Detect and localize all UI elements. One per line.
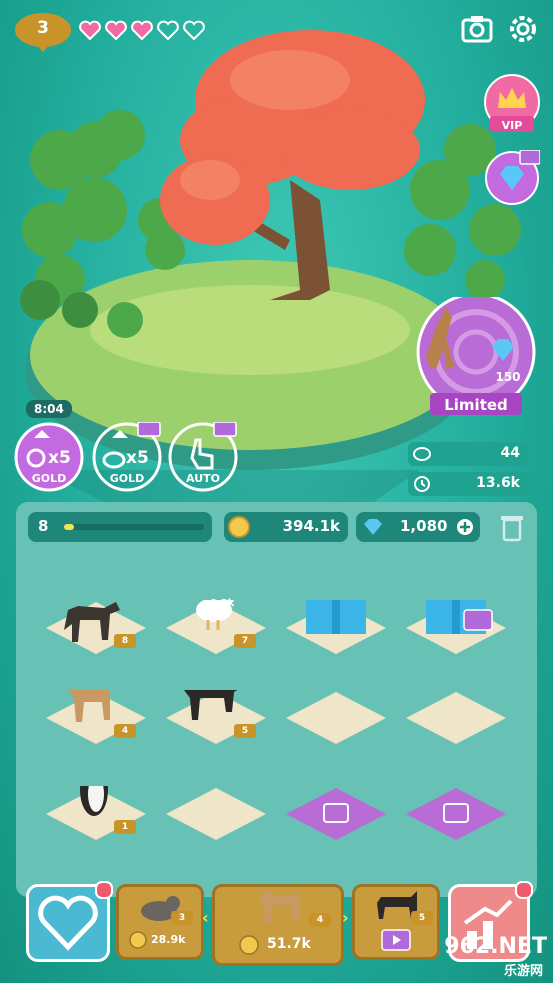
tile-level: 8: [114, 634, 136, 648]
card-level: 5: [411, 911, 433, 925]
tile-fawn[interactable]: [44, 690, 148, 748]
video-ad-icon: [381, 929, 411, 951]
tile-level: 4: [114, 724, 136, 738]
tile-level: 1: [114, 820, 136, 834]
card-level: 4: [309, 913, 331, 927]
tile-video[interactable]: [284, 786, 388, 844]
tile-empty[interactable]: [164, 786, 268, 844]
tile-empty[interactable]: [284, 690, 388, 748]
tile-grid: 8 0.2k 7 4 5 1: [0, 0, 553, 983]
floating-income: 0.2k: [210, 598, 235, 609]
card-price: 51.7k: [267, 936, 311, 952]
watermark: 962.NET: [444, 934, 547, 959]
fawn-icon: [259, 889, 299, 923]
tile-level: 7: [234, 634, 256, 648]
coin-icon: [129, 931, 147, 949]
buy-card-right[interactable]: 5: [352, 884, 440, 960]
buy-card-center[interactable]: 4 51.7k: [212, 884, 344, 966]
watermark-sub: 乐游网: [503, 964, 543, 979]
notification-dot: [515, 881, 533, 899]
card-price: 28.9k: [151, 933, 186, 946]
tile-cat[interactable]: [164, 690, 268, 748]
tile-empty[interactable]: [404, 690, 508, 748]
collection-button[interactable]: [26, 881, 113, 962]
buy-card-left[interactable]: 3 28.9k: [116, 884, 204, 960]
tile-gift-box[interactable]: [284, 600, 388, 658]
notification-dot: [95, 881, 113, 899]
tile-dog[interactable]: [44, 600, 148, 658]
tile-penguin[interactable]: [44, 786, 148, 844]
tile-gift-box-video[interactable]: [404, 600, 508, 658]
card-level: 3: [171, 911, 193, 925]
tile-level: 5: [234, 724, 256, 738]
heart-dog-icon: [38, 895, 98, 951]
coin-icon: [239, 935, 259, 955]
chevron-right-icon[interactable]: ›: [342, 908, 349, 927]
tile-video[interactable]: [404, 786, 508, 844]
chevron-left-icon[interactable]: ‹: [202, 908, 209, 927]
